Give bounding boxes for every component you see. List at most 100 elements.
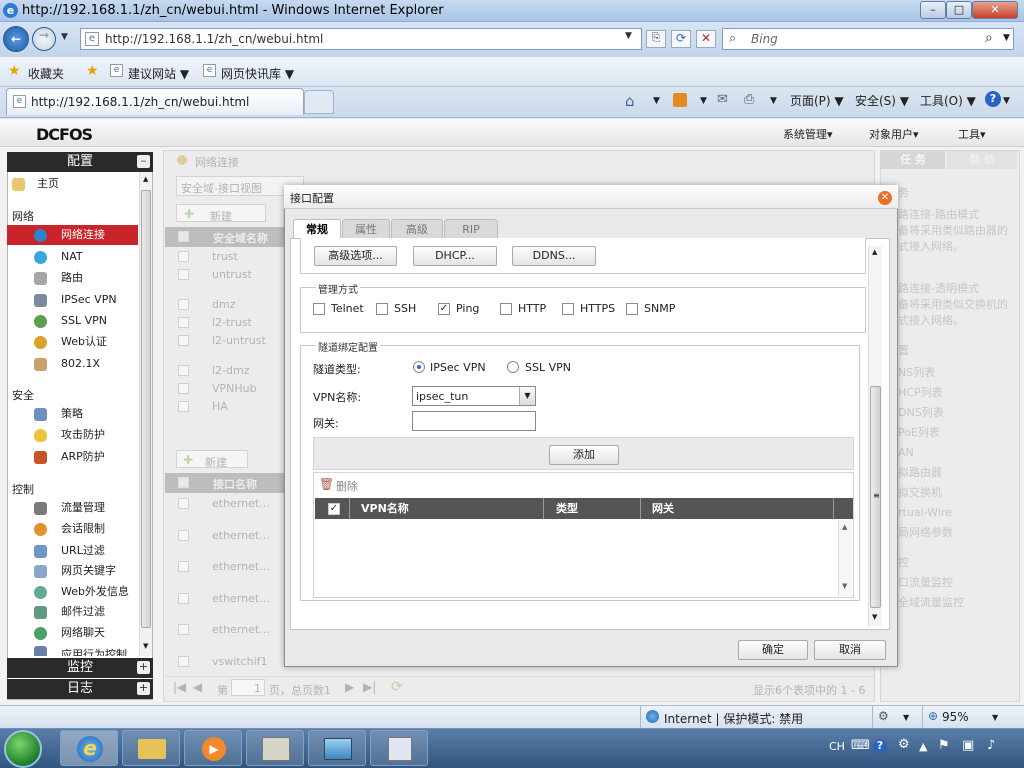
input-language[interactable]: CH [829,740,845,753]
tab-rip[interactable]: RIP [444,219,498,238]
task-panel-item[interactable]: HCP列表 [898,384,943,400]
add-favorite-icon[interactable]: ★ [86,63,99,79]
checkbox-http[interactable] [500,303,512,315]
radio-ipsec-vpn[interactable] [413,361,425,373]
recent-pages-dropdown-icon[interactable]: ▼ [61,32,68,42]
interface-row[interactable]: ethernet... [165,620,285,642]
zone-row-checkbox[interactable] [178,251,189,262]
advanced-options-button[interactable]: 高级选项... [314,246,397,266]
interface-row[interactable]: vswitchif1 [165,652,285,674]
top-menu-system[interactable]: 系统管理▾ [783,126,833,142]
sidebar-item-network-connection[interactable]: 网络连接 [7,225,138,245]
action-center-icon[interactable]: ⚑ [938,738,950,753]
keyboard-icon[interactable]: ⌨ [851,738,870,753]
search-dropdown-icon[interactable]: ▼ [1003,33,1010,43]
dhcp-button[interactable]: DHCP... [413,246,497,266]
favorites-button[interactable]: 收藏夹 [28,65,64,82]
zone-row[interactable]: untrust [165,266,285,284]
task-panel-item[interactable]: 局网络参数 [898,524,953,540]
zone-row-checkbox[interactable] [178,383,189,394]
top-menu-objects[interactable]: 对象用户▾ [869,126,919,142]
task-panel-item[interactable]: 备将采用类似路由器的 [898,222,1008,238]
checkbox-snmp[interactable] [626,303,638,315]
search-icon[interactable]: ⌕ [985,30,993,46]
taskbar-app-button[interactable] [246,730,304,766]
sidebar-item-im[interactable]: 网络聊天 [12,623,136,643]
sidebar-item-ipsec-vpn[interactable]: IPSec VPN [12,290,136,310]
checkbox-ping[interactable]: ✓ [438,303,450,315]
checkbox-https[interactable] [562,303,574,315]
home-icon[interactable]: ⌂ [625,92,635,110]
sidebar-item-keyword[interactable]: 网页关键字 [12,561,136,581]
sidebar-item-url-filter[interactable]: URL过滤 [12,541,136,561]
maximize-button[interactable]: □ [946,1,972,19]
tools-menu[interactable]: 工具(O) ▼ [920,92,976,109]
tab-attributes[interactable]: 属性 [342,219,390,238]
zone-row-checkbox[interactable] [178,299,189,310]
browser-tab-active[interactable]: e http://192.168.1.1/zh_cn/webui.html [6,88,304,115]
new-tab-button[interactable] [304,90,334,114]
interface-row[interactable]: ethernet... [165,589,285,611]
ddns-button[interactable]: DDNS... [512,246,596,266]
task-panel-item[interactable]: PoE列表 [898,424,940,440]
ok-button[interactable]: 确定 [738,640,808,660]
vpn-name-select[interactable]: ipsec_tun ▼ [412,386,536,406]
refresh-icon[interactable]: ⟳ [671,30,691,48]
task-panel-item[interactable]: 务 [898,184,909,200]
task-panel-item[interactable]: NS列表 [898,364,935,380]
tray-help-icon[interactable]: ? [873,739,887,753]
zone-row[interactable]: HA [165,398,285,416]
interface-row-checkbox[interactable] [178,592,189,604]
volume-icon[interactable]: ♪ [987,738,995,753]
task-panel-item[interactable]: 式接入网络。 [898,312,964,328]
safety-menu[interactable]: 安全(S) ▼ [855,92,909,109]
interface-row-checkbox[interactable] [178,656,189,667]
task-panel-item[interactable]: 口流量监控 [898,574,953,590]
next-page-icon[interactable]: ▶ [345,680,354,694]
task-panel-item[interactable]: 置 [898,342,909,358]
task-panel-item[interactable]: 路连接-路由模式 [898,206,979,222]
feeds-icon[interactable] [673,93,687,107]
task-panel-item[interactable]: 拟路由器 [898,464,942,480]
search-box[interactable]: ⌕ Bing ⌕ ▼ [722,28,1014,50]
interface-row-checkbox[interactable] [178,529,189,541]
refresh-list-icon[interactable]: ⟳ [391,679,403,695]
sidebar-item-app-control[interactable]: 应用行为控制 [12,644,136,656]
sidebar-item-arp-defense[interactable]: ARP防护 [12,447,136,467]
back-button[interactable]: ← [3,26,29,52]
sidebar-item-route[interactable]: 路由 [12,268,136,288]
vpn-table-scrollbar[interactable]: ▲ ▼ [838,520,852,596]
task-panel-item[interactable]: 式接入网络。 [898,238,964,254]
zone-row[interactable]: VPNHub [165,380,285,398]
taskbar-ie-button[interactable]: e [60,730,118,766]
trash-icon[interactable]: 🗑 [319,477,334,491]
interface-row[interactable]: ethernet... [165,526,285,548]
read-mail-icon[interactable]: ✉ [717,92,728,107]
interface-row-checkbox[interactable] [178,624,189,636]
task-panel-item[interactable]: rtual-Wire [898,506,952,519]
sidebar-item-nat[interactable]: NAT [12,247,136,267]
tray-options-icon[interactable]: ⚙ [898,737,910,752]
radio-ssl-vpn[interactable] [507,361,519,373]
cancel-button[interactable]: 取消 [814,640,886,660]
taskbar-explorer-button[interactable] [122,730,180,766]
task-panel-item[interactable]: 备将采用类似交换机的 [898,296,1008,312]
taskbar-remote-button[interactable] [308,730,366,766]
zone-row-checkbox[interactable] [178,401,189,412]
protected-mode-dropdown-icon[interactable]: ▼ [903,713,909,722]
tab-help[interactable]: 帮 助 [947,151,1017,169]
tab-tasks[interactable]: 任 务 [881,151,945,169]
sidebar-header-config[interactable]: 配置 – [7,152,153,172]
taskbar-terminal-button[interactable] [370,730,428,766]
zoom-level[interactable]: 95% [942,710,969,724]
sidebar-item-attack-defense[interactable]: 攻击防护 [12,425,136,445]
delete-button[interactable]: 删除 [336,478,358,494]
tab-general[interactable]: 常规 [293,219,341,238]
sidebar-item-8021x[interactable]: 802.1X [12,354,136,374]
first-page-icon[interactable]: |◀ [173,680,186,694]
dialog-scrollbar[interactable]: ▲ ≡ ▼ [868,246,882,626]
sidebar-header-monitor[interactable]: 监控 + [7,658,153,678]
checkbox-telnet[interactable] [313,303,325,315]
sidebar-item-traffic[interactable]: 流量管理 [12,498,136,518]
sidebar-item-web-outbound[interactable]: Web外发信息 [12,582,136,602]
